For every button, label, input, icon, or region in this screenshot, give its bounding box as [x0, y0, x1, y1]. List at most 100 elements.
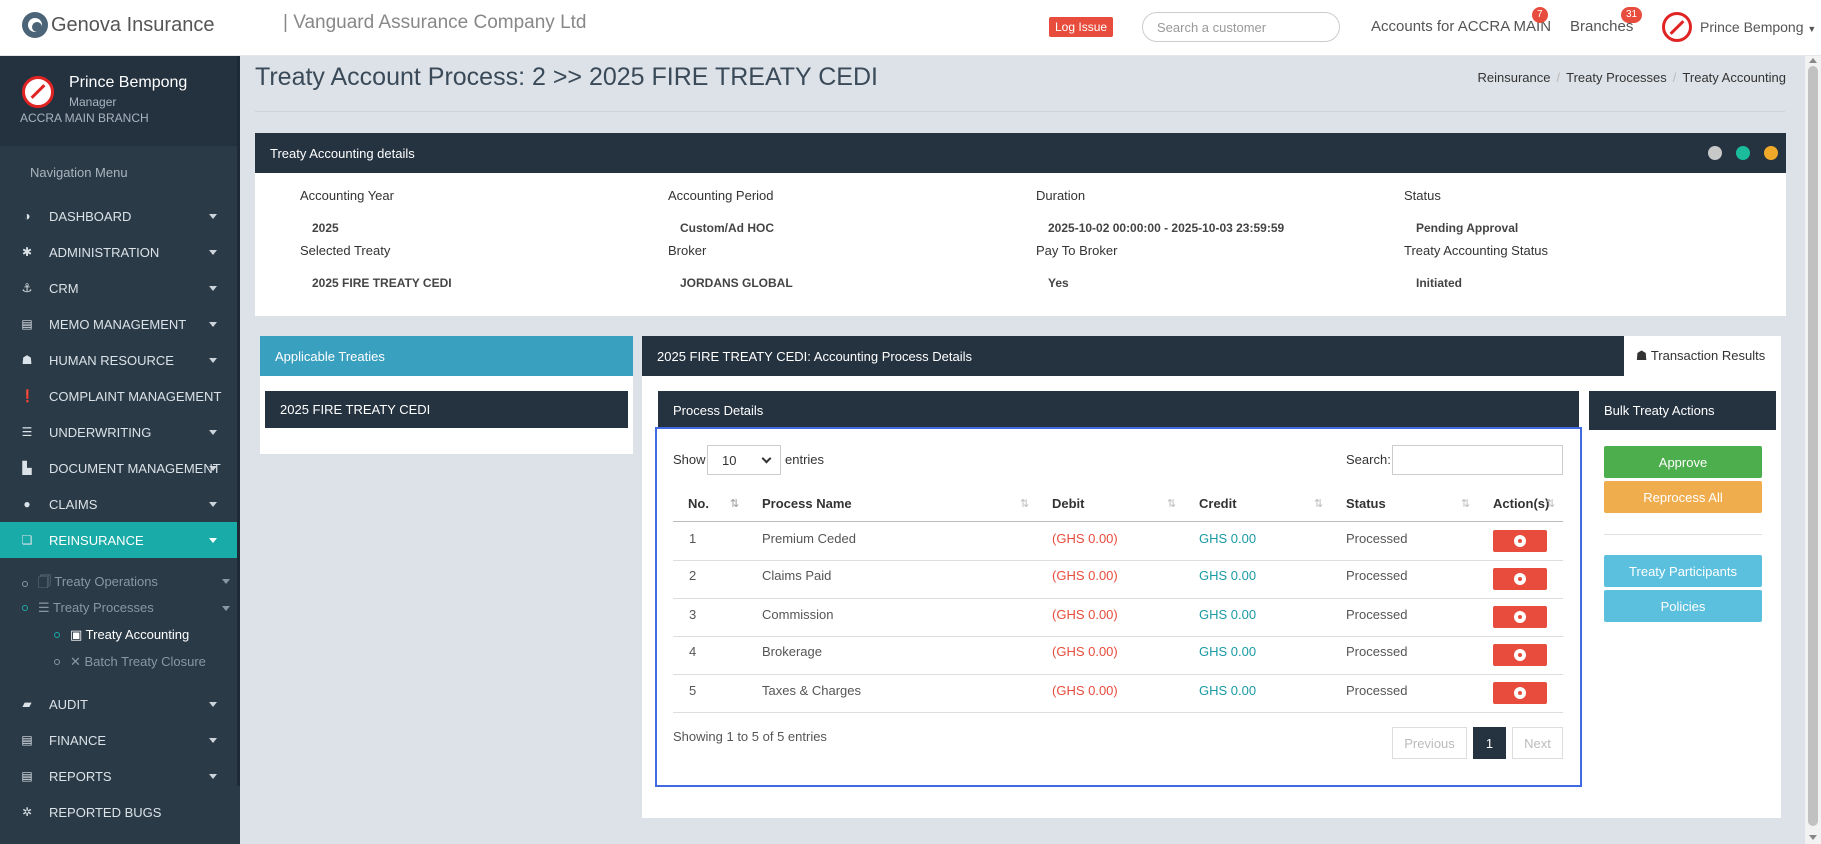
sort-asc-icon[interactable]: ⇅ — [730, 497, 739, 510]
column-header-process-name[interactable]: Process Name — [762, 496, 852, 511]
approve-button[interactable]: Approve — [1604, 446, 1762, 478]
chevron-down-icon — [209, 430, 217, 435]
cell-debit: (GHS 0.00) — [1052, 607, 1118, 622]
policies-button[interactable]: Policies — [1604, 590, 1762, 622]
sort-icon[interactable]: ⇅ — [1546, 497, 1555, 510]
sidebar-subitem-treaty-processes[interactable]: ☰ Treaty Processes — [22, 600, 230, 616]
column-header-credit[interactable]: Credit — [1199, 496, 1237, 511]
expand-icon[interactable] — [1708, 146, 1722, 160]
log-issue-button[interactable]: Log Issue — [1049, 17, 1114, 37]
sort-icon[interactable]: ⇅ — [1314, 497, 1323, 510]
pagination-page-1[interactable]: 1 — [1473, 727, 1506, 759]
scrollbar-thumb[interactable] — [1808, 66, 1818, 826]
sidebar-item-human-resource[interactable]: ☗ HUMAN RESOURCE — [0, 342, 237, 378]
sidebar-item-label: ADMINISTRATION — [49, 244, 160, 260]
chevron-down-icon — [222, 579, 230, 584]
pagination-previous[interactable]: Previous — [1392, 727, 1467, 759]
subitem-label: ☰ Treaty Processes — [38, 600, 154, 615]
reprocess-action-button[interactable] — [1493, 682, 1547, 704]
reprocess-action-button[interactable] — [1493, 606, 1547, 628]
search-label: Search: — [1346, 452, 1391, 467]
sidebar-item-reinsurance[interactable]: ❏ REINSURANCE — [0, 522, 237, 558]
sidebar-item-label: REPORTS — [49, 768, 112, 784]
sidebar-item-complaint-management[interactable]: ❗ COMPLAINT MANAGEMENT — [0, 378, 237, 414]
customer-search-input[interactable] — [1142, 12, 1340, 42]
column-header-no[interactable]: No. — [688, 496, 709, 511]
sidebar-item-audit[interactable]: ▰ AUDIT — [0, 686, 237, 722]
field-value-treaty-accounting-status: Initiated — [1416, 276, 1463, 290]
treaty-participants-button[interactable]: Treaty Participants — [1604, 555, 1762, 587]
user-avatar[interactable] — [1662, 12, 1692, 42]
audit-icon: ▰ — [22, 697, 32, 711]
accounts-dropdown[interactable]: Accounts for ACCRA MAIN — [1371, 18, 1551, 35]
sidebar-scrollbar[interactable] — [237, 56, 240, 786]
sidebar-item-label: DASHBOARD — [49, 208, 132, 224]
breadcrumb: Reinsurance / Treaty Processes / Treaty Acco… — [1478, 70, 1787, 85]
breadcrumb-item-reinsurance[interactable]: Reinsurance — [1478, 70, 1551, 85]
sidebar-item-document-management[interactable]: ▙ DOCUMENT MANAGEMENT — [0, 450, 237, 486]
sidebar-item-dashboard[interactable]: ◑ DASHBOARD — [0, 198, 237, 234]
reprocess-action-button[interactable] — [1493, 530, 1547, 552]
sidebar-subitem-batch-treaty-closure[interactable]: ✕ Batch Treaty Closure — [54, 654, 206, 670]
pagination-next[interactable]: Next — [1512, 727, 1563, 759]
sidebar-item-memo-management[interactable]: ▤ MEMO MANAGEMENT — [0, 306, 237, 342]
sidebar-item-claims[interactable]: ● CLAIMS — [0, 486, 237, 522]
field-value-selected-treaty: 2025 FIRE TREATY CEDI — [312, 276, 452, 290]
page-scrollbar[interactable] — [1805, 56, 1821, 844]
sidebar-subitem-treaty-accounting[interactable]: ▣ Treaty Accounting — [54, 627, 189, 643]
sidebar-item-administration[interactable]: ✱ ADMINISTRATION — [0, 234, 237, 270]
cell-status: Processed — [1346, 568, 1408, 583]
breadcrumb-separator: / — [1556, 70, 1561, 85]
column-header-actions[interactable]: Action(s) — [1493, 496, 1549, 511]
cell-status: Processed — [1346, 531, 1408, 546]
tab-transaction-results[interactable]: ☗ Transaction Results — [1624, 336, 1777, 376]
field-value-duration: 2025-10-02 00:00:00 - 2025-10-03 23:59:5… — [1048, 221, 1285, 235]
applicable-treaties-header: Applicable Treaties — [260, 336, 633, 376]
chevron-down-icon — [209, 466, 217, 471]
scroll-down-icon[interactable] — [1809, 835, 1817, 840]
subitem-label: 🗍 Treaty Operations — [38, 574, 158, 589]
sidebar-item-label: COMPLAINT MANAGEMENT — [49, 388, 222, 404]
breadcrumb-item-treaty-processes[interactable]: Treaty Processes — [1566, 70, 1667, 85]
sort-icon[interactable]: ⇅ — [1020, 497, 1029, 510]
chevron-down-icon — [209, 214, 217, 219]
row-divider — [673, 674, 1563, 675]
gear-icon: ✱ — [21, 245, 33, 259]
field-label-selected-treaty: Selected Treaty — [300, 243, 391, 258]
profile-role: Manager — [69, 95, 117, 109]
breadcrumb-separator: / — [1672, 70, 1677, 85]
entries-select[interactable]: 10 — [707, 445, 781, 475]
sort-icon[interactable]: ⇅ — [1167, 497, 1176, 510]
reports-icon: ▤ — [21, 769, 33, 783]
cell-no: 4 — [689, 644, 697, 659]
accounting-process-header: 2025 FIRE TREATY CEDI: Accounting Proces… — [642, 336, 1624, 376]
sort-icon[interactable]: ⇅ — [1461, 497, 1470, 510]
profile-avatar[interactable] — [22, 76, 54, 108]
sidebar-item-reports[interactable]: ▤ REPORTS — [0, 758, 237, 794]
cell-no: 1 — [689, 531, 697, 546]
branches-badge: 31 — [1621, 7, 1643, 23]
sidebar-item-underwriting[interactable]: ☰ UNDERWRITING — [0, 414, 237, 450]
reprocess-action-button[interactable] — [1493, 568, 1547, 590]
sidebar-item-label: REINSURANCE — [49, 532, 144, 548]
reprocess-all-button[interactable]: Reprocess All — [1604, 481, 1762, 513]
sidebar-item-crm[interactable]: ⚓ CRM — [0, 270, 237, 306]
field-label-status: Status — [1404, 188, 1441, 203]
scroll-up-icon[interactable] — [1809, 58, 1817, 63]
app-logo[interactable]: Genova Insurance — [22, 12, 214, 38]
treaty-item[interactable]: 2025 FIRE TREATY CEDI — [265, 391, 628, 428]
row-divider — [673, 560, 1563, 561]
sidebar-item-reported-bugs[interactable]: ✲ REPORTED BUGS — [0, 794, 237, 830]
sidebar-subitem-treaty-operations[interactable]: 🗍 Treaty Operations — [22, 573, 230, 595]
reprocess-action-button[interactable] — [1493, 644, 1547, 666]
field-label-pay-to-broker: Pay To Broker — [1036, 243, 1118, 258]
column-header-status[interactable]: Status — [1346, 496, 1386, 511]
user-menu[interactable]: Prince Bempong ▼ — [1700, 19, 1816, 35]
chevron-down-icon — [761, 453, 772, 464]
collapse-icon[interactable] — [1764, 146, 1778, 160]
column-header-debit[interactable]: Debit — [1052, 496, 1085, 511]
refresh-icon[interactable] — [1736, 146, 1750, 160]
sidebar-item-finance[interactable]: ▤ FINANCE — [0, 722, 237, 758]
table-search-input[interactable] — [1392, 445, 1563, 475]
header-row-divider — [673, 521, 1563, 522]
